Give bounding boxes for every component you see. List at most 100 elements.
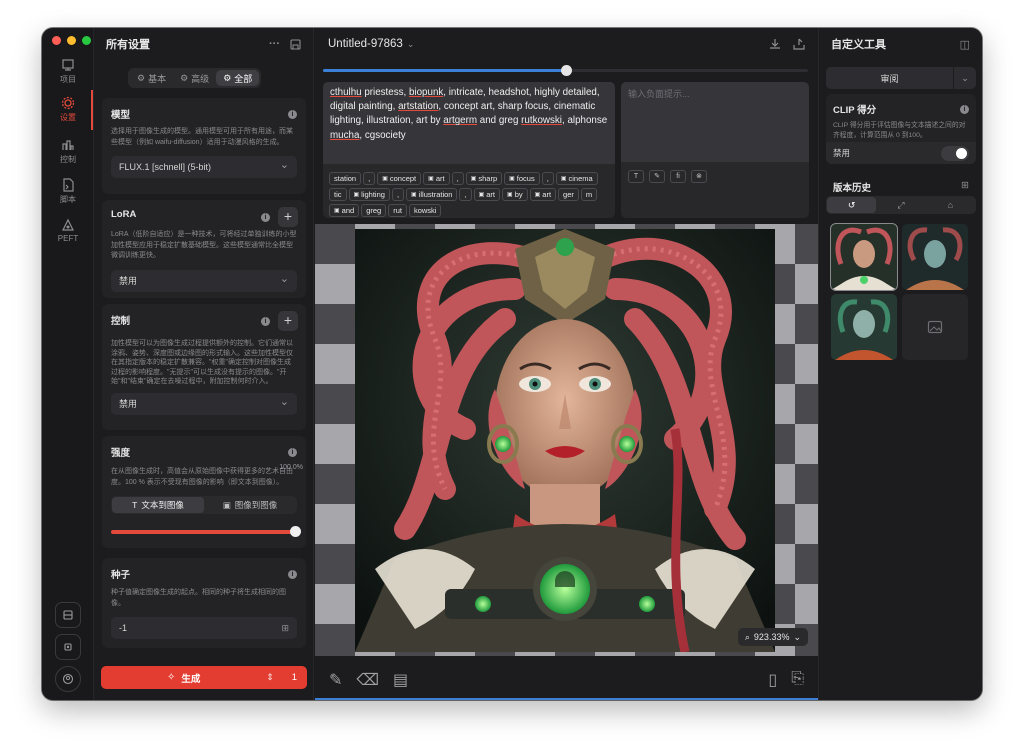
add-control-button[interactable]: + — [278, 311, 298, 331]
download-icon[interactable] — [769, 38, 781, 50]
info-icon[interactable]: i — [288, 109, 297, 119]
minimize-window-button[interactable] — [67, 36, 76, 45]
canvas-header: Untitled-97863 ⌄ — [315, 28, 818, 60]
history-thumbnail[interactable] — [902, 224, 968, 290]
history-sweep-tab[interactable]: ⌂ — [926, 197, 975, 213]
info-icon[interactable]: i — [288, 447, 297, 457]
prompt-token-chip[interactable]: ▣ and — [329, 204, 360, 217]
rail-item-settings[interactable]: 设置 — [42, 90, 94, 130]
rail-item-peft[interactable]: PEFT — [42, 218, 94, 243]
history-icon: ↺ — [847, 199, 856, 210]
prompt-token-chip[interactable]: tic — [329, 188, 347, 201]
thumbnail-image — [831, 224, 897, 290]
stepper-icon[interactable]: ⇕ — [266, 672, 274, 683]
pen-icon[interactable]: ✎ — [649, 170, 665, 183]
more-options-icon[interactable]: ··· — [269, 38, 280, 50]
paint-bucket-icon[interactable]: ▤ — [393, 670, 408, 690]
info-icon[interactable]: i — [261, 213, 270, 222]
prompt-token-chip[interactable]: , — [391, 188, 405, 201]
prompt-token-chip[interactable]: , — [541, 172, 554, 185]
control-select-value: 禁用 — [119, 399, 138, 410]
prompt-token-chip[interactable]: ▣ cinema — [555, 172, 598, 185]
review-select[interactable]: 审阅 ⌄ — [826, 67, 976, 89]
info-icon[interactable]: i — [261, 317, 270, 326]
prompt-token-chip[interactable]: ▣ lighting — [348, 188, 390, 201]
add-lora-button[interactable]: + — [278, 207, 298, 227]
tab-advanced[interactable]: ⚙ 高级 — [173, 70, 216, 86]
strength-slider[interactable] — [111, 526, 301, 537]
seed-input[interactable]: -1 ⊞ — [111, 617, 297, 639]
grid-view-icon[interactable]: ⊞ — [961, 180, 969, 194]
generated-image[interactable] — [355, 229, 775, 652]
text-tool-icon[interactable]: T — [628, 170, 644, 183]
lora-select[interactable]: 禁用 — [111, 269, 297, 292]
zoom-control[interactable]: ⌕ 923.33% ⌄ — [737, 628, 808, 646]
prompt-token-chip[interactable]: ▣ by — [502, 188, 528, 201]
prompt-token-chip[interactable]: greg — [361, 204, 387, 217]
chip-button[interactable] — [55, 634, 81, 660]
prompt-token-chip[interactable]: rut — [388, 204, 407, 217]
prompt-token-chip[interactable]: m — [580, 188, 598, 201]
chevron-down-icon[interactable]: ⌄ — [407, 39, 415, 50]
prompt-editor[interactable]: cthulhu priestess, biopunk, intricate, h… — [323, 82, 615, 218]
prompt-token-chip[interactable]: kowski — [408, 204, 442, 217]
history-expand-tab[interactable]: ⤢ — [876, 197, 925, 213]
model-select[interactable]: FLUX.1 [schnell] (5-bit) — [111, 156, 297, 178]
prompt-text[interactable]: cthulhu priestess, biopunk, intricate, h… — [323, 82, 615, 164]
generate-button[interactable]: ✧ 生成 ⇕ 1 — [101, 666, 307, 689]
prompt-token-chip[interactable]: ▣ art — [529, 188, 557, 201]
slider-knob[interactable] — [290, 526, 301, 537]
history-thumbnail[interactable] — [831, 294, 897, 360]
eraser-icon[interactable]: ⌫ — [356, 670, 379, 690]
magic-wand-icon[interactable]: ✎ — [329, 670, 342, 690]
image-canvas[interactable]: ⌕ 923.33% ⌄ — [315, 224, 818, 656]
negative-prompt-input[interactable]: 输入负面提示... — [621, 82, 809, 162]
app-window: 项目 设置 控制 脚本 PEFT 所有设置 ··· ⚙ 基本 ⚙ 高级 ⚙ 全部… — [42, 28, 982, 700]
prompt-token-chip[interactable]: , — [451, 172, 464, 185]
close-window-button[interactable] — [52, 36, 61, 45]
new-page-icon[interactable]: ▯ — [768, 670, 777, 690]
prompt-token-chip[interactable]: ▣ art — [423, 172, 450, 185]
prompt-token-chip[interactable]: station — [329, 172, 362, 185]
save-icon[interactable] — [290, 38, 301, 50]
dice-icon[interactable]: ⊞ — [281, 623, 289, 634]
tab-all[interactable]: ⚙ 全部 — [216, 70, 260, 86]
progress-handle[interactable] — [561, 65, 572, 76]
export-page-icon[interactable]: ⎘ — [791, 670, 804, 690]
prompt-token-chip[interactable]: ▣ art — [473, 188, 501, 201]
prompt-token-chip[interactable]: ▣ focus — [504, 172, 540, 185]
history-thumbnail[interactable] — [830, 223, 898, 291]
layers-button[interactable] — [55, 602, 81, 628]
negative-prompt-editor[interactable]: 输入负面提示... T ✎ fi ⊗ — [621, 82, 809, 218]
gear-icon: ⚙ — [223, 72, 232, 83]
image-fit-icon[interactable]: fi — [670, 170, 686, 183]
control-select[interactable]: 禁用 — [111, 392, 297, 415]
clear-icon[interactable]: ⊗ — [691, 170, 707, 183]
rail-item-control[interactable]: 控制 — [42, 138, 94, 165]
model-title: 模型 — [111, 110, 131, 121]
project-title[interactable]: Untitled-97863 — [328, 38, 403, 50]
prompt-token-chip[interactable]: ger — [558, 188, 579, 201]
prompt-token-chip[interactable]: , — [363, 172, 376, 185]
history-empty-slot[interactable] — [902, 294, 968, 360]
info-icon[interactable]: i — [960, 104, 969, 114]
prompt-token-chip[interactable]: ▣ illustration — [406, 188, 458, 201]
info-icon[interactable]: i — [288, 569, 297, 579]
history-clock-tab[interactable]: ↺ — [827, 197, 877, 213]
prompt-token-chip[interactable]: ▣ sharp — [465, 172, 503, 185]
clip-toggle[interactable] — [941, 145, 969, 161]
text-to-image-button[interactable]: T 文本到图像 — [112, 497, 204, 513]
image-to-image-button[interactable]: ▣ 图像到图像 — [204, 497, 296, 513]
rail-item-project[interactable]: 项目 — [42, 58, 94, 85]
chevron-down-icon[interactable]: ⌄ — [954, 67, 976, 89]
review-button[interactable]: 审阅 — [826, 67, 954, 89]
account-button[interactable] — [55, 666, 81, 692]
prompt-token-chip[interactable]: , — [459, 188, 472, 201]
prompt-token-chip[interactable]: ▣ concept — [377, 172, 422, 185]
tab-basic[interactable]: ⚙ 基本 — [130, 70, 173, 86]
generation-progress[interactable] — [323, 65, 808, 76]
rail-item-script[interactable]: 脚本 — [42, 178, 94, 205]
zoom-window-button[interactable] — [82, 36, 91, 45]
share-icon[interactable] — [793, 38, 805, 50]
sidebar-toggle-icon[interactable]: ◫ — [960, 38, 970, 51]
